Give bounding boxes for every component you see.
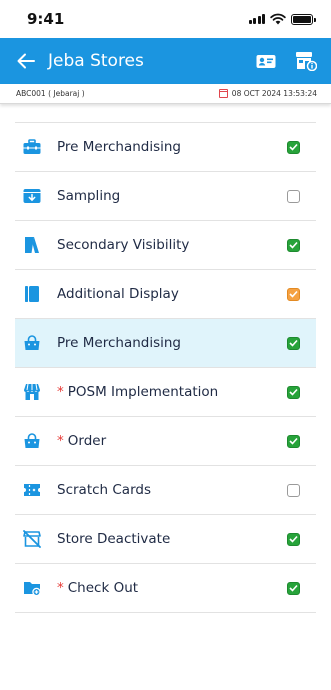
arrow-left-icon[interactable] [16,51,36,71]
signal-icon [248,14,265,24]
list-item-secondary-visibility[interactable]: Secondary Visibility [15,221,316,270]
list-item-pre-merchandising[interactable]: Pre Merchandising [15,123,316,172]
wifi-icon [270,13,286,25]
list-item-label: Additional Display [57,286,179,302]
status-checkbox[interactable] [287,385,300,399]
ticket-icon [22,480,42,500]
required-star: * [57,384,64,400]
list-item-order[interactable]: * Order [15,417,316,466]
outlet-code: ABC001 ( Jebaraj ) [16,89,85,98]
list-item-pre-merchandising-active[interactable]: Pre Merchandising [15,319,316,368]
list-item-scratch-cards[interactable]: Scratch Cards [15,466,316,515]
battery-icon [291,13,316,25]
display-book-icon [22,284,42,304]
visit-datetime: 08 OCT 2024 13:53:24 [218,89,317,98]
activity-list: Pre Merchandising Sampling Secondary Vis… [15,122,316,613]
status-checkbox[interactable] [287,189,300,203]
shopping-bag-icon [22,333,42,353]
list-item-label: * Order [57,433,107,449]
status-checkbox[interactable] [287,483,300,497]
info-strip: ABC001 ( Jebaraj ) 08 OCT 2024 13:53:24 [0,84,331,104]
store-off-icon [22,529,42,549]
status-checkbox[interactable] [287,238,300,252]
list-item-additional-display[interactable]: Additional Display [15,270,316,319]
calendar-icon [218,89,228,98]
briefcase-icon [22,137,42,157]
list-item-label: Sampling [57,188,121,204]
id-card-icon[interactable] [255,50,277,72]
list-item-store-deactivate[interactable]: Store Deactivate [15,515,316,564]
list-item-label: Store Deactivate [57,531,171,547]
shop-awning-icon [22,382,42,402]
status-checkbox[interactable] [287,140,300,154]
list-item-check-out[interactable]: * Check Out [15,564,316,613]
status-checkbox[interactable] [287,532,300,546]
list-item-label: * Check Out [57,580,139,596]
shopping-bag-icon [22,431,42,451]
status-checkbox[interactable] [287,434,300,448]
list-item-posm-implementation[interactable]: * POSM Implementation [15,368,316,417]
required-star: * [57,433,64,449]
list-item-sampling[interactable]: Sampling [15,172,316,221]
status-checkbox[interactable] [287,336,300,350]
header-actions [255,50,317,72]
status-bar: 9:41 [0,0,331,38]
app-header: Jeba Stores [0,38,331,84]
list-item-label: Scratch Cards [57,482,151,498]
list-item-label: Pre Merchandising [57,335,181,351]
page-title: Jeba Stores [48,51,144,71]
status-icons [248,13,316,25]
inbox-download-icon [22,186,42,206]
status-checkbox[interactable] [287,581,300,595]
datetime-text: 08 OCT 2024 13:53:24 [231,89,317,98]
folder-plus-icon [22,578,42,598]
list-item-label: Pre Merchandising [57,139,181,155]
status-checkbox[interactable] [287,287,300,301]
status-time: 9:41 [27,10,65,28]
list-item-label: * POSM Implementation [57,384,219,400]
store-info-icon[interactable] [295,50,317,72]
list-item-label: Secondary Visibility [57,237,190,253]
required-star: * [57,580,64,596]
banner-stand-icon [22,235,42,255]
